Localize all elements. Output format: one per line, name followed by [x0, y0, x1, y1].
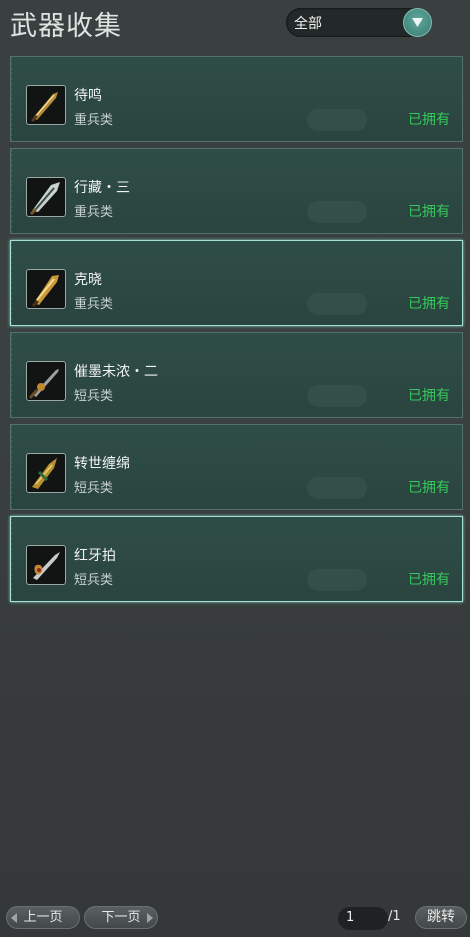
owned-status: 已拥有: [408, 572, 450, 588]
dropdown-arrow-button[interactable]: [403, 8, 432, 37]
prev-page-label: 上一页: [23, 910, 63, 925]
chevron-down-icon: [412, 18, 423, 27]
card-ornament: [11, 241, 22, 325]
weapon-name: 行藏・三: [74, 180, 130, 196]
owned-status: 已拥有: [408, 480, 450, 496]
current-page-value: 1: [346, 910, 355, 925]
weapon-card[interactable]: 克晓 重兵类 已拥有: [10, 240, 463, 326]
cloud-pattern: [307, 293, 367, 315]
card-ornament: [11, 149, 22, 233]
weapon-card[interactable]: 红牙拍 短兵类 已拥有: [10, 516, 463, 602]
heavy-blade-icon: [26, 269, 66, 309]
next-page-label: 下一页: [101, 910, 141, 925]
weapon-card[interactable]: 催墨未浓・二 短兵类 已拥有: [10, 332, 463, 418]
total-pages: /1: [388, 909, 401, 924]
owned-status: 已拥有: [408, 204, 450, 220]
card-ornament: [11, 425, 22, 509]
weapon-type: 重兵类: [74, 297, 114, 312]
heavy-blade-icon: [26, 85, 66, 125]
page-title: 武器收集: [10, 11, 122, 42]
owned-status: 已拥有: [408, 388, 450, 404]
heavy-blade-icon: [26, 177, 66, 217]
weapon-card[interactable]: 转世缠绵 短兵类 已拥有: [10, 424, 463, 510]
weapon-name: 待鸣: [74, 88, 102, 104]
weapon-name: 转世缠绵: [74, 456, 130, 472]
page-number-input[interactable]: 1: [338, 907, 388, 930]
weapon-card[interactable]: 待鸣 重兵类 已拥有: [10, 56, 463, 142]
filter-dropdown[interactable]: 全部: [286, 8, 432, 37]
weapon-type: 重兵类: [74, 205, 114, 220]
prev-page-button[interactable]: 上一页: [6, 906, 80, 929]
card-ornament: [11, 333, 22, 417]
weapon-type: 短兵类: [74, 573, 114, 588]
chevron-right-icon: [147, 913, 153, 923]
card-ornament: [11, 57, 22, 141]
weapon-list: 待鸣 重兵类 已拥有 行藏・三 重兵类 已拥有 克晓 重兵类 已拥有 催墨未浓・…: [10, 56, 463, 608]
weapon-name: 催墨未浓・二: [74, 364, 158, 380]
weapon-name: 红牙拍: [74, 548, 116, 564]
weapon-type: 短兵类: [74, 481, 114, 496]
cloud-pattern: [307, 477, 367, 499]
owned-status: 已拥有: [408, 112, 450, 128]
cloud-pattern: [307, 569, 367, 591]
owned-status: 已拥有: [408, 296, 450, 312]
weapon-type: 重兵类: [74, 113, 114, 128]
weapon-card[interactable]: 行藏・三 重兵类 已拥有: [10, 148, 463, 234]
filter-selected-value: 全部: [294, 16, 322, 32]
card-ornament: [11, 517, 22, 601]
short-blade-icon: [26, 361, 66, 401]
cloud-pattern: [307, 385, 367, 407]
short-blade-icon: [26, 545, 66, 585]
cloud-pattern: [307, 201, 367, 223]
cloud-pattern: [307, 109, 367, 131]
weapon-name: 克晓: [74, 272, 102, 288]
next-page-button[interactable]: 下一页: [84, 906, 158, 929]
weapon-type: 短兵类: [74, 389, 114, 404]
chevron-left-icon: [11, 913, 17, 923]
short-blade-icon: [26, 453, 66, 493]
jump-button[interactable]: 跳转: [415, 906, 467, 929]
